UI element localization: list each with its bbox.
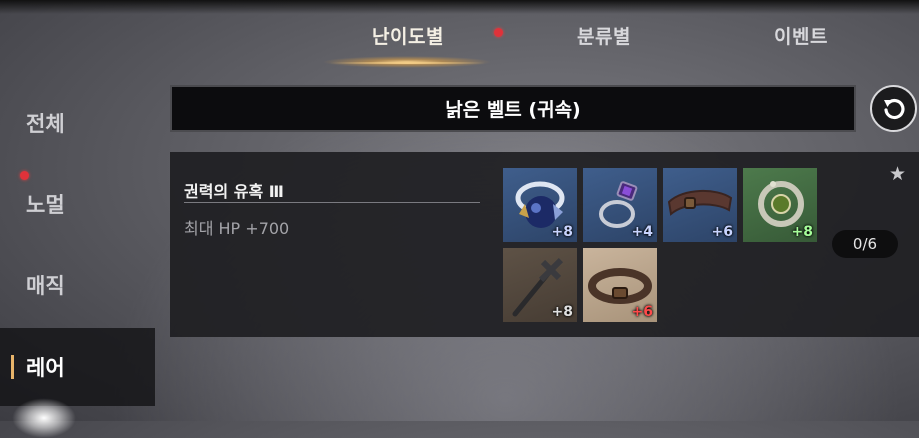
light-glow	[12, 398, 76, 438]
collection-title-bar: 낡은 벨트 (귀속)	[170, 85, 856, 132]
refresh-icon	[883, 98, 905, 119]
tab-difficulty-badge	[494, 28, 503, 37]
set-divider	[184, 202, 480, 203]
collection-title: 낡은 벨트 (귀속)	[445, 99, 581, 121]
item-slot-necklace[interactable]: +8	[503, 168, 577, 242]
sidebar-item-label: 레어	[26, 356, 65, 380]
item-level: +6	[711, 224, 733, 240]
sidebar-item-normal[interactable]: 노멀	[0, 165, 155, 243]
item-slot-ring[interactable]: +4	[583, 168, 657, 242]
item-level: +6	[631, 304, 653, 320]
item-level: +8	[791, 224, 813, 240]
sidebar-item-label: 노멀	[26, 193, 65, 217]
sidebar-item-label: 전체	[26, 112, 65, 136]
set-effect: 최대 HP +700	[184, 219, 290, 238]
item-level: +4	[631, 224, 653, 240]
sidebar-item-label: 매직	[26, 274, 65, 298]
item-slot-old-belt[interactable]: +6	[583, 248, 657, 322]
sidebar-item-all[interactable]: 전체	[0, 84, 155, 162]
item-slot-staff[interactable]: +8	[503, 248, 577, 322]
sidebar-item-magic[interactable]: 매직	[0, 246, 155, 324]
active-tab-underline	[330, 62, 485, 64]
tab-category[interactable]: 분류별	[524, 22, 684, 49]
item-level: +8	[551, 304, 573, 320]
tab-event[interactable]: 이벤트	[721, 22, 881, 49]
star-icon[interactable]: ★	[889, 163, 906, 185]
sidebar-item-rare[interactable]: 레어	[0, 328, 155, 406]
refresh-button[interactable]	[870, 85, 917, 132]
tab-difficulty[interactable]: 난이도별	[328, 22, 488, 49]
active-marker	[11, 355, 14, 379]
item-slot-belt[interactable]: +6	[663, 168, 737, 242]
top-vignette	[0, 0, 919, 14]
progress-text: 0/6	[852, 235, 878, 253]
item-slot-earring[interactable]: +8	[743, 168, 817, 242]
collection-progress: 0/6	[832, 230, 898, 258]
item-level: +8	[551, 224, 573, 240]
set-name: 권력의 유혹 Ⅲ	[184, 182, 284, 201]
